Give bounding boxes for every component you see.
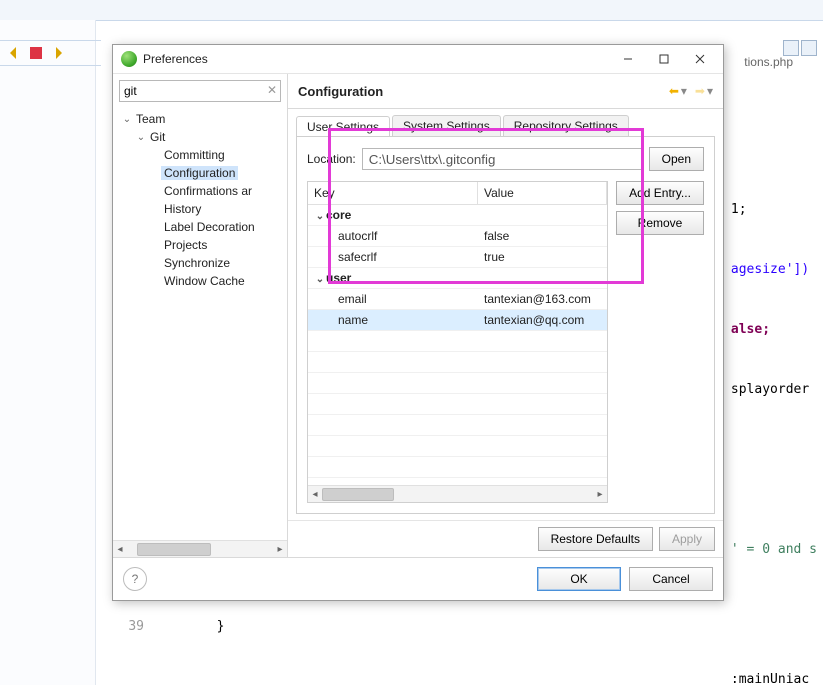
preferences-tree[interactable]: ⌄Team ⌄Git Committing Configuration Conf… — [113, 108, 287, 540]
scroll-right-icon[interactable]: ▸ — [273, 542, 287, 556]
table-row[interactable] — [308, 394, 607, 415]
add-entry-button[interactable]: Add Entry... — [616, 181, 704, 205]
tree-node-synchronize[interactable]: Synchronize — [117, 254, 285, 272]
filter-input[interactable] — [119, 80, 281, 102]
close-button[interactable] — [685, 48, 715, 70]
table-row[interactable]: safecrlftrue — [308, 247, 607, 268]
table-row[interactable] — [308, 331, 607, 352]
apply-button[interactable]: Apply — [659, 527, 715, 551]
tree-node-team[interactable]: ⌄Team — [117, 110, 285, 128]
table-row[interactable]: emailtantexian@163.com — [308, 289, 607, 310]
tab-repository-settings[interactable]: Repository Settings — [503, 115, 629, 136]
left-gutter-bg — [0, 20, 96, 685]
tree-node-git[interactable]: ⌄Git — [117, 128, 285, 146]
location-label: Location: — [307, 152, 356, 166]
maximize-button[interactable] — [649, 48, 679, 70]
minimize-pane-icon[interactable] — [783, 40, 799, 56]
clear-filter-icon[interactable]: ✕ — [267, 83, 277, 97]
config-tabs: User Settings System Settings Repository… — [288, 109, 723, 136]
restore-defaults-button[interactable]: Restore Defaults — [538, 527, 653, 551]
nav-forward-menu-icon[interactable]: ▾ — [707, 84, 713, 98]
scroll-right-icon[interactable]: ▸ — [593, 487, 607, 501]
forward-icon[interactable] — [50, 45, 66, 61]
red-stop-icon[interactable] — [28, 45, 44, 61]
nav-forward-icon[interactable]: ➡ — [695, 84, 705, 98]
table-row[interactable] — [308, 352, 607, 373]
table-row[interactable] — [308, 415, 607, 436]
table-row[interactable] — [308, 373, 607, 394]
scroll-thumb[interactable] — [322, 488, 394, 501]
page-title: Configuration — [298, 84, 663, 99]
nav-back-menu-icon[interactable]: ▾ — [681, 84, 687, 98]
tree-node-window-cache[interactable]: Window Cache — [117, 272, 285, 290]
column-value[interactable]: Value — [478, 182, 607, 204]
config-table[interactable]: Key Value ⌄core autocrlffalse safecrlftr… — [307, 181, 608, 503]
dialog-titlebar[interactable]: Preferences — [113, 45, 723, 74]
table-row[interactable]: ⌄core — [308, 205, 607, 226]
dialog-title: Preferences — [143, 52, 208, 66]
ok-button[interactable]: OK — [537, 567, 621, 591]
back-icon[interactable] — [6, 45, 22, 61]
tree-node-label-decoration[interactable]: Label Decoration — [117, 218, 285, 236]
tree-node-projects[interactable]: Projects — [117, 236, 285, 254]
app-toolbar — [0, 0, 823, 21]
tab-user-settings[interactable]: User Settings — [296, 116, 390, 137]
cancel-button[interactable]: Cancel — [629, 567, 713, 591]
scroll-thumb[interactable] — [137, 543, 211, 556]
location-field[interactable] — [362, 148, 643, 170]
scroll-left-icon[interactable]: ◂ — [308, 487, 322, 501]
remove-button[interactable]: Remove — [616, 211, 704, 235]
tree-node-confirmations[interactable]: Confirmations ar — [117, 182, 285, 200]
editor-nav-icons — [0, 40, 101, 66]
preferences-icon — [121, 51, 137, 67]
editor-tab-label[interactable]: tions.php — [744, 55, 793, 69]
nav-back-icon[interactable]: ⬅ — [669, 84, 679, 98]
tree-horizontal-scrollbar[interactable]: ◂ ▸ — [113, 540, 287, 557]
table-horizontal-scrollbar[interactable]: ◂ ▸ — [308, 485, 607, 502]
tab-system-settings[interactable]: System Settings — [392, 115, 501, 136]
tree-node-history[interactable]: History — [117, 200, 285, 218]
scroll-left-icon[interactable]: ◂ — [113, 542, 127, 556]
table-row[interactable]: ⌄user — [308, 268, 607, 289]
help-icon[interactable]: ? — [123, 567, 147, 591]
tree-node-committing[interactable]: Committing — [117, 146, 285, 164]
table-row[interactable] — [308, 436, 607, 457]
column-key[interactable]: Key — [308, 182, 478, 204]
minimize-button[interactable] — [613, 48, 643, 70]
preferences-dialog: Preferences ✕ ⌄Team ⌄Git Committing Conf… — [112, 44, 724, 601]
table-row[interactable] — [308, 457, 607, 478]
table-row[interactable]: autocrlffalse — [308, 226, 607, 247]
tree-node-configuration[interactable]: Configuration — [117, 164, 285, 182]
editor-pane-controls — [783, 40, 817, 56]
open-button[interactable]: Open — [649, 147, 704, 171]
preferences-tree-pane: ✕ ⌄Team ⌄Git Committing Configuration Co… — [113, 74, 288, 557]
table-row[interactable]: nametantexian@qq.com — [308, 310, 607, 331]
maximize-pane-icon[interactable] — [801, 40, 817, 56]
